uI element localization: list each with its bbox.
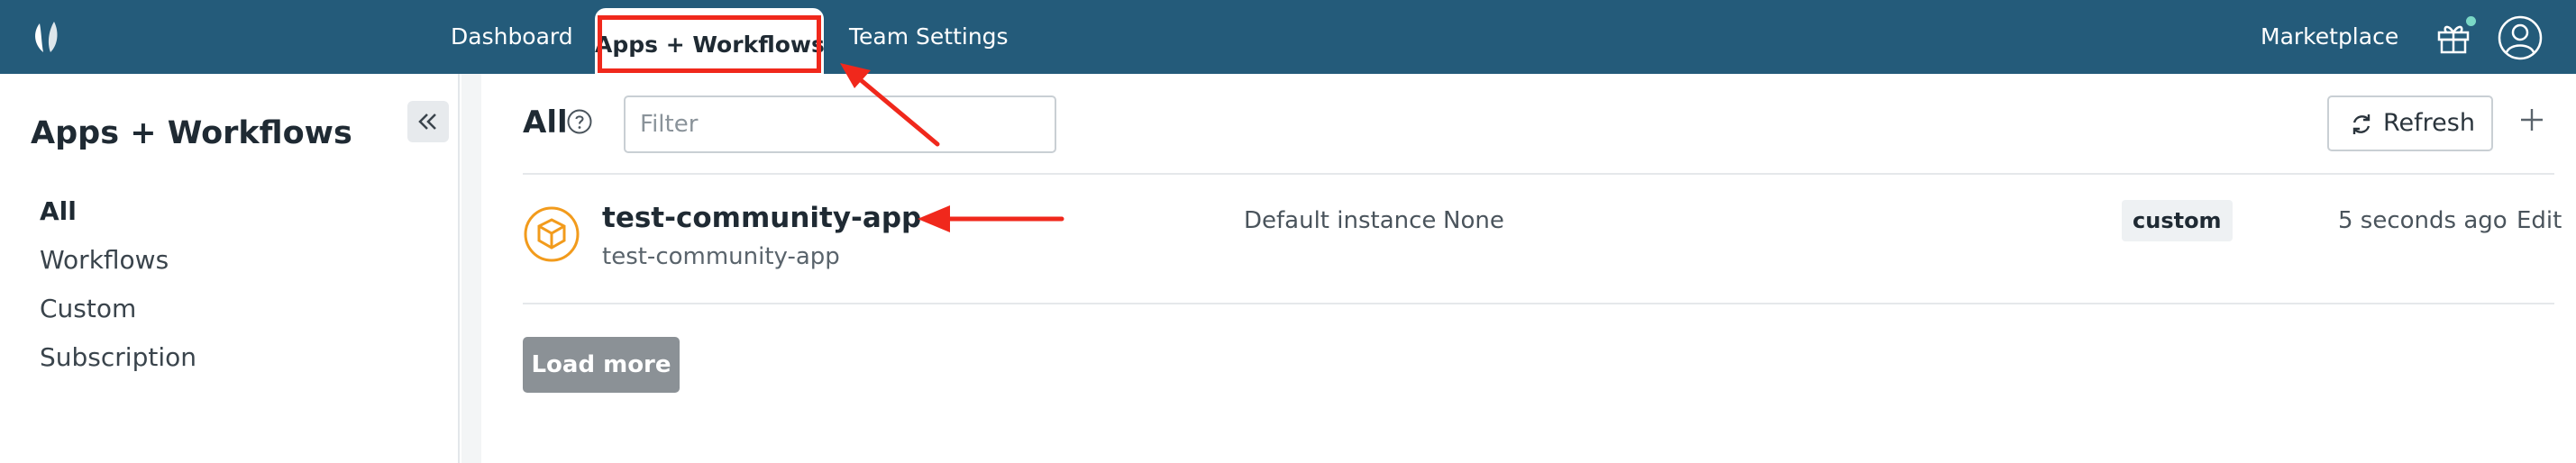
sidebar: Apps + Workflows All Workflows Custom Su… [0,74,460,463]
collapse-icon [418,113,436,130]
nav-apps-workflows-label: Apps + Workflows [595,32,825,58]
collapse-sidebar-button[interactable] [407,101,449,142]
nav-team-settings[interactable]: Team Settings [849,0,1009,74]
top-navigation-bar: Dashboard Apps + Workflows Team Settings… [0,0,2576,74]
filter-input[interactable] [624,95,1056,153]
nav-apps-workflows[interactable]: Apps + Workflows [595,8,825,74]
app-name[interactable]: test-community-app [602,202,921,234]
nav-marketplace[interactable]: Marketplace [2261,0,2398,74]
panel-gutter [461,74,481,463]
updated-timestamp: 5 seconds ago [2338,207,2507,234]
sidebar-item-workflows[interactable]: Workflows [40,245,169,275]
refresh-label: Refresh [2383,109,2475,137]
user-icon[interactable] [2497,14,2544,61]
logo-icon[interactable] [27,16,69,58]
help-icon[interactable] [566,108,593,135]
sidebar-item-custom[interactable]: Custom [40,294,136,323]
refresh-button[interactable]: Refresh [2327,95,2493,151]
page-title: All [523,104,568,141]
annotation-arrow-left [918,205,1064,232]
add-icon[interactable] [2517,104,2547,135]
divider [523,173,2554,175]
status-badge: custom [2122,200,2233,241]
sidebar-item-subscription[interactable]: Subscription [40,342,196,372]
app-subtitle: test-community-app [602,243,840,270]
nav-dashboard[interactable]: Dashboard [451,0,573,74]
edit-link[interactable]: Edit [2517,207,2562,234]
instance-label: Default instance [1244,207,1437,234]
divider [523,303,2554,304]
load-more-button[interactable]: Load more [523,337,680,393]
sidebar-title: Apps + Workflows [31,115,352,151]
notification-dot [2466,16,2476,26]
instance-value: None [1443,207,1504,234]
app-cube-icon [524,206,580,262]
refresh-icon [2352,114,2370,134]
sidebar-item-all[interactable]: All [40,196,77,226]
